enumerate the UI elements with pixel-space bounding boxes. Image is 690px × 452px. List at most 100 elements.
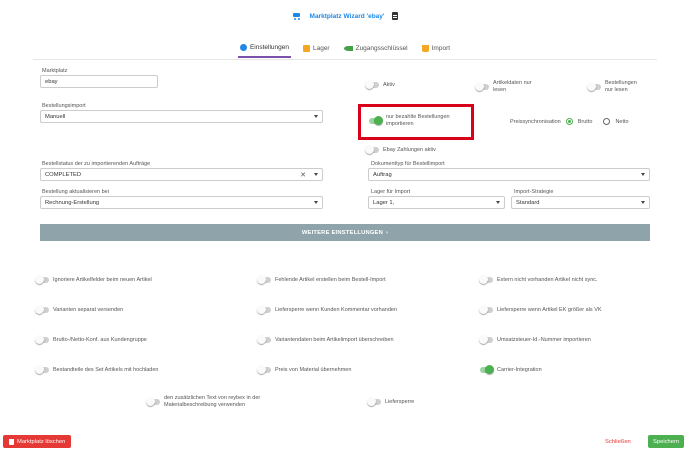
toggle-switch[interactable]	[146, 396, 160, 406]
lager-import-select[interactable]: Lager 1,	[368, 196, 505, 209]
toggle-aktiv[interactable]: Aktiv	[365, 80, 395, 89]
option-label: Preis von Material übernehmen	[275, 367, 352, 373]
option-toggle-carrier[interactable]: Carrier-Integration	[480, 365, 542, 374]
bestellstatus-value: COMPLETED	[45, 171, 82, 178]
toggle-label: Ebay Zahlungen aktiv	[383, 147, 436, 153]
option-label: Umsatzsteuer-Id.-Nummer importieren	[497, 337, 591, 343]
toggle-switch[interactable]	[479, 305, 493, 314]
toggle-switch[interactable]	[479, 275, 493, 284]
preissynchronisation-group: Preissynchronisation Brutto Netto	[510, 118, 629, 125]
bestellungsimport-select[interactable]: Manuell	[40, 110, 323, 123]
toggle-switch[interactable]	[35, 305, 49, 314]
preissync-label: Preissynchronisation	[510, 118, 561, 125]
toggle-switch[interactable]	[367, 397, 381, 406]
toggle-switch[interactable]	[257, 305, 271, 314]
option-label: Bestandteile des Set Artikels mit hochla…	[53, 367, 159, 373]
tab-label: Import	[431, 44, 451, 52]
toggle-label: Bestellungen nur lesen	[605, 80, 637, 93]
toggle-switch[interactable]	[35, 365, 49, 374]
tab-lager[interactable]: Lager	[301, 42, 332, 58]
option-toggle[interactable]: Extern nicht vorhanden Artikel nicht syn…	[479, 275, 598, 284]
tab-zugangsschluessel[interactable]: Zugangsschlüssel	[342, 42, 410, 58]
option-toggle[interactable]: den zusätzlichen Text von reybex in der M…	[146, 395, 260, 409]
delete-marktplatz-button[interactable]: Marktplatz löschen	[3, 435, 72, 448]
save-button[interactable]: Speichern	[648, 435, 685, 448]
option-label: Fehlende Artikel erstellen beim Bestell-…	[275, 277, 386, 283]
gear-icon	[239, 43, 247, 51]
import-strategie-select[interactable]: Standard	[511, 196, 650, 209]
toggle-nur-bezahlte-bestellungen[interactable]: nur bezahlte Bestellungen importieren	[369, 114, 450, 128]
option-toggle[interactable]: Bestandteile des Set Artikels mit hochla…	[35, 365, 159, 374]
weitere-einstellungen-label: WEITERE EINSTELLUNGEN	[301, 229, 384, 236]
toggle-ebay-zahlungen[interactable]: Ebay Zahlungen aktiv	[365, 145, 436, 154]
tab-einstellungen[interactable]: Einstellungen	[237, 42, 291, 58]
bestellungsimport-label: Bestellungsimport	[42, 103, 86, 109]
option-toggle[interactable]: Variantendaten beim Artikelimport übersc…	[257, 335, 394, 344]
bestellungsimport-value: Manuell	[45, 113, 66, 120]
delete-label: Marktplatz löschen	[17, 438, 66, 445]
option-toggle[interactable]: Varianten separat versenden	[35, 305, 123, 314]
option-label: Liefersperre wenn Artikel EK größer als …	[497, 307, 602, 313]
toggle-switch[interactable]	[365, 145, 379, 154]
toggle-switch[interactable]	[369, 115, 383, 125]
clear-icon[interactable]: ✕	[300, 171, 306, 179]
option-toggle[interactable]: Preis von Material übernehmen	[257, 365, 352, 374]
toggle-switch[interactable]	[475, 81, 489, 91]
tab-bar: Einstellungen Lager Zugangsschlüssel Imp…	[0, 42, 690, 58]
toggle-artikeldaten-nur-lesen[interactable]: Artikeldaten nur lesen	[475, 80, 532, 94]
toggle-switch[interactable]	[257, 365, 271, 374]
toggle-switch[interactable]	[257, 335, 271, 344]
chevron-down-icon	[314, 173, 318, 176]
wizard-title: Marktplatz Wizard 'ebay'	[309, 12, 385, 20]
close-button[interactable]: Schließen	[605, 436, 631, 447]
chevron-down-icon	[641, 173, 645, 176]
option-toggle[interactable]: Ignoriere Artikelfelder beim neuen Artik…	[35, 275, 152, 284]
chevron-down-icon	[496, 201, 500, 204]
tab-label: Einstellungen	[249, 43, 289, 51]
weitere-einstellungen-button[interactable]: WEITERE EINSTELLUNGEN ›	[40, 224, 650, 241]
trash-icon	[9, 438, 14, 445]
wizard-header: Marktplatz Wizard 'ebay'	[0, 8, 690, 24]
truck-icon	[302, 44, 310, 52]
toggle-switch[interactable]	[35, 335, 49, 344]
chevron-down-icon	[641, 201, 645, 204]
radio-netto[interactable]	[603, 118, 611, 125]
option-toggle[interactable]: Umsatzsteuer-Id.-Nummer importieren	[479, 335, 591, 344]
option-toggle[interactable]: Fehlende Artikel erstellen beim Bestell-…	[257, 275, 386, 284]
marktplatz-field[interactable]: ebay	[40, 75, 158, 88]
option-toggle[interactable]: Liefersperre	[367, 397, 415, 406]
tab-import[interactable]: Import	[420, 42, 452, 58]
document-icon[interactable]	[392, 12, 399, 20]
option-label: Liefersperre	[385, 399, 415, 405]
toggle-switch[interactable]	[480, 365, 494, 374]
chevron-down-icon	[314, 115, 318, 118]
option-toggle[interactable]: Liefersperre wenn Kunden Kommentar vorha…	[257, 305, 397, 314]
shopping-cart-icon	[292, 12, 302, 21]
dokumenttyp-select[interactable]: Auftrag	[368, 168, 650, 181]
option-toggle[interactable]: Liefersperre wenn Artikel EK größer als …	[479, 305, 602, 314]
close-label: Schließen	[605, 438, 631, 445]
option-toggle[interactable]: Brutto-/Netto-Konf. aus Kundengruppe	[35, 335, 147, 344]
bestellstatus-select[interactable]: COMPLETED ✕	[40, 168, 323, 181]
chevron-right-icon: ›	[386, 229, 389, 236]
lager-import-value: Lager 1,	[373, 199, 395, 206]
toggle-bestellungen-nur-lesen[interactable]: Bestellungen nur lesen	[587, 80, 637, 94]
bestellstatus-label: Bestellstatus der zu importierenden Auft…	[42, 161, 151, 167]
toggle-switch[interactable]	[587, 81, 601, 91]
toggle-switch[interactable]	[479, 335, 493, 344]
import-strategie-value: Standard	[516, 199, 540, 206]
option-label: Liefersperre wenn Kunden Kommentar vorha…	[275, 307, 397, 313]
option-label: Variantendaten beim Artikelimport übersc…	[275, 337, 394, 343]
dokumenttyp-label: Dokumenttyp für Bestellimport	[371, 161, 445, 167]
bestellung-aktualisieren-label: Bestellung aktualisieren bei	[42, 189, 109, 195]
bestellung-aktualisieren-select[interactable]: Rechnung-Erstellung	[40, 196, 323, 209]
toggle-switch[interactable]	[257, 275, 271, 284]
marktplatz-value: ebay	[45, 78, 58, 85]
radio-brutto[interactable]	[565, 118, 573, 125]
key-icon	[343, 45, 353, 51]
toggle-label: Artikeldaten nur lesen	[493, 80, 532, 93]
toggle-switch[interactable]	[35, 275, 49, 284]
option-label: Ignoriere Artikelfelder beim neuen Artik…	[53, 277, 152, 283]
toggle-switch[interactable]	[365, 80, 379, 89]
dokumenttyp-value: Auftrag	[373, 171, 392, 178]
